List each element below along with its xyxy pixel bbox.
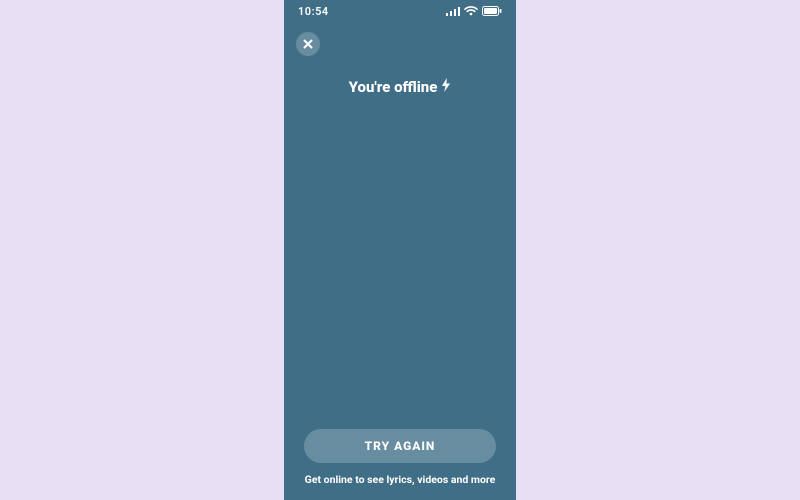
- wifi-icon: [464, 6, 478, 16]
- offline-subtext: Get online to see lyrics, videos and mor…: [305, 473, 496, 486]
- status-indicators: [446, 6, 502, 16]
- try-again-button[interactable]: TRY AGAIN: [304, 429, 496, 463]
- lightning-icon: [441, 78, 451, 96]
- close-icon: [303, 39, 313, 49]
- phone-screen: 10:54: [284, 0, 516, 500]
- try-again-label: TRY AGAIN: [365, 439, 436, 453]
- offline-heading: You're offline: [284, 78, 516, 96]
- page-background: 10:54: [0, 0, 800, 500]
- cellular-icon: [446, 7, 460, 16]
- battery-icon: [482, 6, 502, 16]
- offline-title: You're offline: [349, 78, 438, 96]
- status-bar: 10:54: [284, 0, 516, 22]
- status-time: 10:54: [298, 5, 329, 18]
- footer-area: TRY AGAIN Get online to see lyrics, vide…: [284, 429, 516, 486]
- close-button[interactable]: [296, 32, 320, 56]
